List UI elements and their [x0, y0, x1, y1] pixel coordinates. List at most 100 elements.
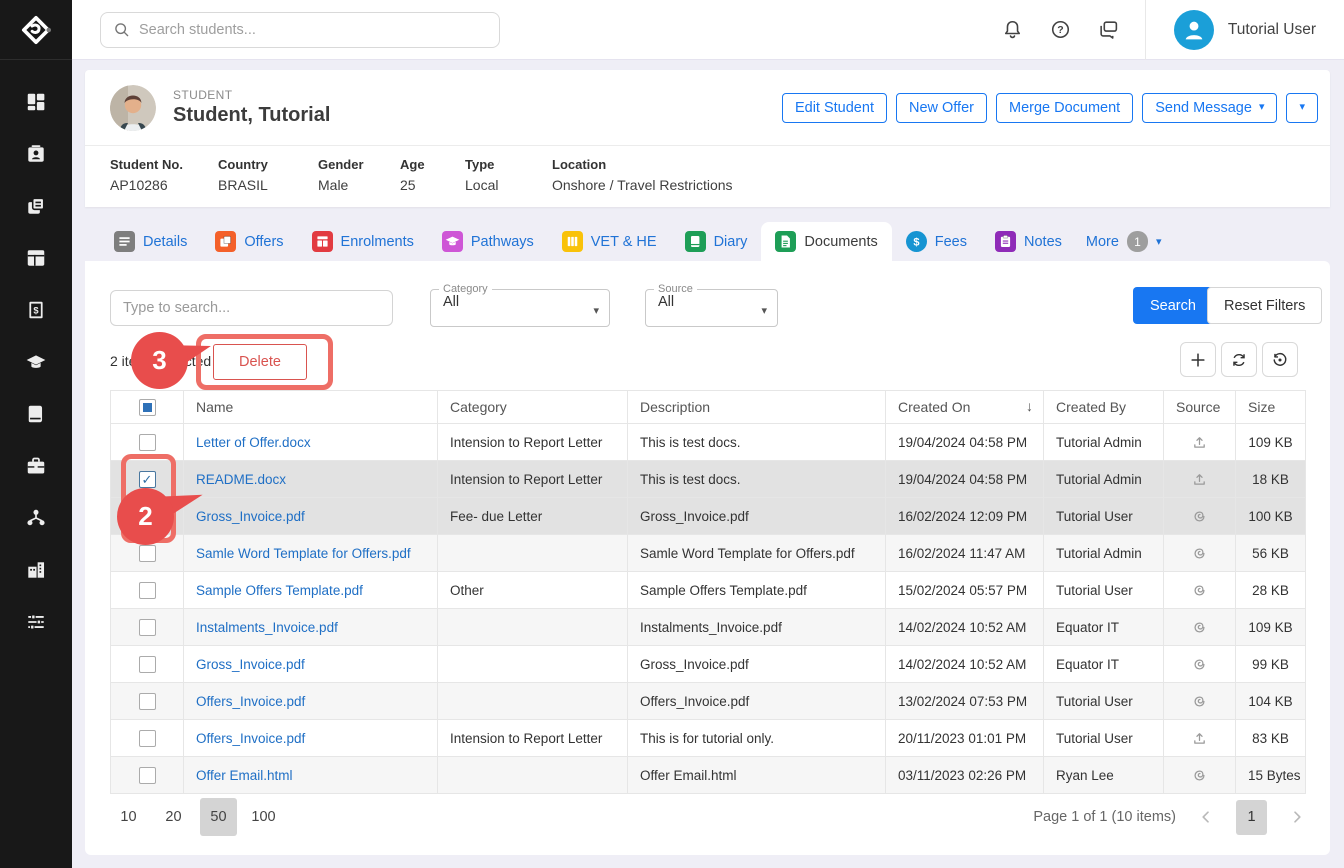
edit-student-button[interactable]: Edit Student — [782, 93, 887, 123]
row-checkbox[interactable] — [139, 619, 156, 636]
info-age: Age25 — [400, 157, 465, 193]
tab-documents[interactable]: Documents — [761, 222, 891, 261]
offers-icon — [215, 231, 236, 252]
sidebar-item-workflow[interactable] — [16, 506, 56, 530]
reset-filters-button[interactable]: Reset Filters — [1207, 287, 1322, 324]
row-checkbox[interactable] — [139, 767, 156, 784]
column-header-created-on[interactable]: Created On↓ — [886, 391, 1044, 424]
sidebar-item-book[interactable] — [16, 402, 56, 426]
search-input[interactable] — [139, 22, 487, 38]
upload-icon — [1191, 434, 1208, 449]
caret-down-icon: ▾ — [1299, 102, 1305, 113]
cell-size: 83 KB — [1236, 720, 1306, 757]
history-button[interactable] — [1262, 342, 1298, 377]
sidebar-item-invoice[interactable]: $ — [16, 298, 56, 322]
feedback-button[interactable] — [1097, 18, 1121, 42]
cell-category: Other — [438, 572, 628, 609]
row-checkbox[interactable] — [139, 545, 156, 562]
page-size-50[interactable]: 50 — [200, 798, 237, 836]
refresh-button[interactable] — [1221, 342, 1257, 377]
vet-he-icon — [562, 231, 583, 252]
info-location: LocationOnshore / Travel Restrictions — [552, 157, 852, 193]
document-link[interactable]: Gross_Invoice.pdf — [196, 657, 305, 672]
document-link[interactable]: Instalments_Invoice.pdf — [196, 620, 338, 635]
row-checkbox[interactable] — [139, 434, 156, 451]
row-checkbox[interactable] — [139, 730, 156, 747]
row-checkbox[interactable] — [139, 582, 156, 599]
cell-size: 15 Bytes — [1236, 757, 1306, 794]
sidebar-item-copy-docs[interactable] — [16, 194, 56, 218]
documents-table: NameCategoryDescriptionCreated On↓Create… — [110, 390, 1306, 794]
sidebar-item-layout[interactable] — [16, 246, 56, 270]
global-search[interactable] — [100, 12, 500, 48]
sidebar-item-contacts[interactable] — [16, 142, 56, 166]
app-logo[interactable] — [0, 0, 72, 60]
category-select[interactable]: Category All ▾ — [430, 283, 610, 327]
info-label: Type — [465, 157, 552, 172]
student-photo[interactable] — [110, 85, 156, 131]
row-checkbox[interactable] — [139, 656, 156, 673]
sidebar-item-graduation[interactable] — [16, 350, 56, 374]
sidebar-item-sliders[interactable] — [16, 610, 56, 634]
tab-vet-he[interactable]: VET & HE — [548, 222, 671, 261]
document-link[interactable]: Letter of Offer.docx — [196, 435, 311, 450]
invoice-icon: $ — [25, 299, 47, 321]
documents-search-input[interactable] — [110, 290, 393, 326]
student-card-top: STUDENT Student, Tutorial Edit StudentNe… — [85, 70, 1330, 145]
source-select[interactable]: Source All ▾ — [645, 283, 778, 327]
document-link[interactable]: Offers_Invoice.pdf — [196, 731, 305, 746]
next-page-button[interactable] — [1289, 809, 1305, 825]
document-link[interactable]: README.docx — [196, 472, 286, 487]
page-size-100[interactable]: 100 — [245, 798, 282, 836]
cell-created-by: Equator IT — [1044, 609, 1164, 646]
tab-notes[interactable]: Notes — [981, 222, 1076, 261]
column-header-description[interactable]: Description — [628, 391, 886, 424]
column-header-created-by[interactable]: Created By — [1044, 391, 1164, 424]
sidebar-item-building[interactable] — [16, 558, 56, 582]
tab-details[interactable]: Details — [100, 222, 201, 261]
document-link[interactable]: Offer Email.html — [196, 768, 293, 783]
user-avatar[interactable] — [1174, 10, 1214, 50]
page-size-10[interactable]: 10 — [110, 798, 147, 836]
sidebar-item-dashboard[interactable] — [16, 90, 56, 114]
document-link[interactable]: Samle Word Template for Offers.pdf — [196, 546, 411, 561]
delete-button[interactable]: Delete — [213, 344, 307, 380]
search-button[interactable]: Search — [1133, 287, 1213, 324]
tab-fees[interactable]: $Fees — [892, 222, 981, 261]
tab-enrolments[interactable]: Enrolments — [298, 222, 428, 261]
document-link[interactable]: Gross_Invoice.pdf — [196, 509, 305, 524]
help-button[interactable]: ? — [1049, 18, 1073, 42]
tab-diary[interactable]: Diary — [671, 222, 762, 261]
row-checkbox[interactable] — [139, 508, 156, 525]
add-document-button[interactable] — [1180, 342, 1216, 377]
cell-name: Sample Offers Template.pdf — [184, 572, 438, 609]
column-header-name[interactable]: Name — [184, 391, 438, 424]
info-type: TypeLocal — [465, 157, 552, 193]
row-checkbox[interactable] — [139, 693, 156, 710]
column-header-size[interactable]: Size — [1236, 391, 1306, 424]
tab-offers[interactable]: Offers — [201, 222, 297, 261]
attach-icon — [1191, 582, 1208, 597]
prev-page-button[interactable] — [1198, 809, 1214, 825]
tab-more[interactable]: More 1 ▾ — [1076, 231, 1172, 252]
current-page-button[interactable]: 1 — [1236, 800, 1267, 835]
more-actions-button[interactable]: ▾ — [1286, 93, 1318, 123]
tab-pathways[interactable]: Pathways — [428, 222, 548, 261]
new-offer-button[interactable]: New Offer — [896, 93, 987, 123]
user-name[interactable]: Tutorial User — [1228, 21, 1316, 39]
merge-document-button[interactable]: Merge Document — [996, 93, 1133, 123]
document-link[interactable]: Sample Offers Template.pdf — [196, 583, 363, 598]
tab-label: Offers — [244, 234, 283, 250]
info-value: Onshore / Travel Restrictions — [552, 177, 852, 193]
cell-source — [1164, 424, 1236, 461]
document-link[interactable]: Offers_Invoice.pdf — [196, 694, 305, 709]
column-header-category[interactable]: Category — [438, 391, 628, 424]
column-header-source[interactable]: Source — [1164, 391, 1236, 424]
send-message-button[interactable]: Send Message▾ — [1142, 93, 1277, 123]
row-checkbox[interactable] — [139, 471, 156, 488]
notifications-button[interactable] — [1001, 18, 1025, 42]
page-size-20[interactable]: 20 — [155, 798, 192, 836]
info-label: Student No. — [110, 157, 218, 172]
sidebar-item-briefcase[interactable] — [16, 454, 56, 478]
select-all-checkbox[interactable] — [139, 399, 156, 416]
